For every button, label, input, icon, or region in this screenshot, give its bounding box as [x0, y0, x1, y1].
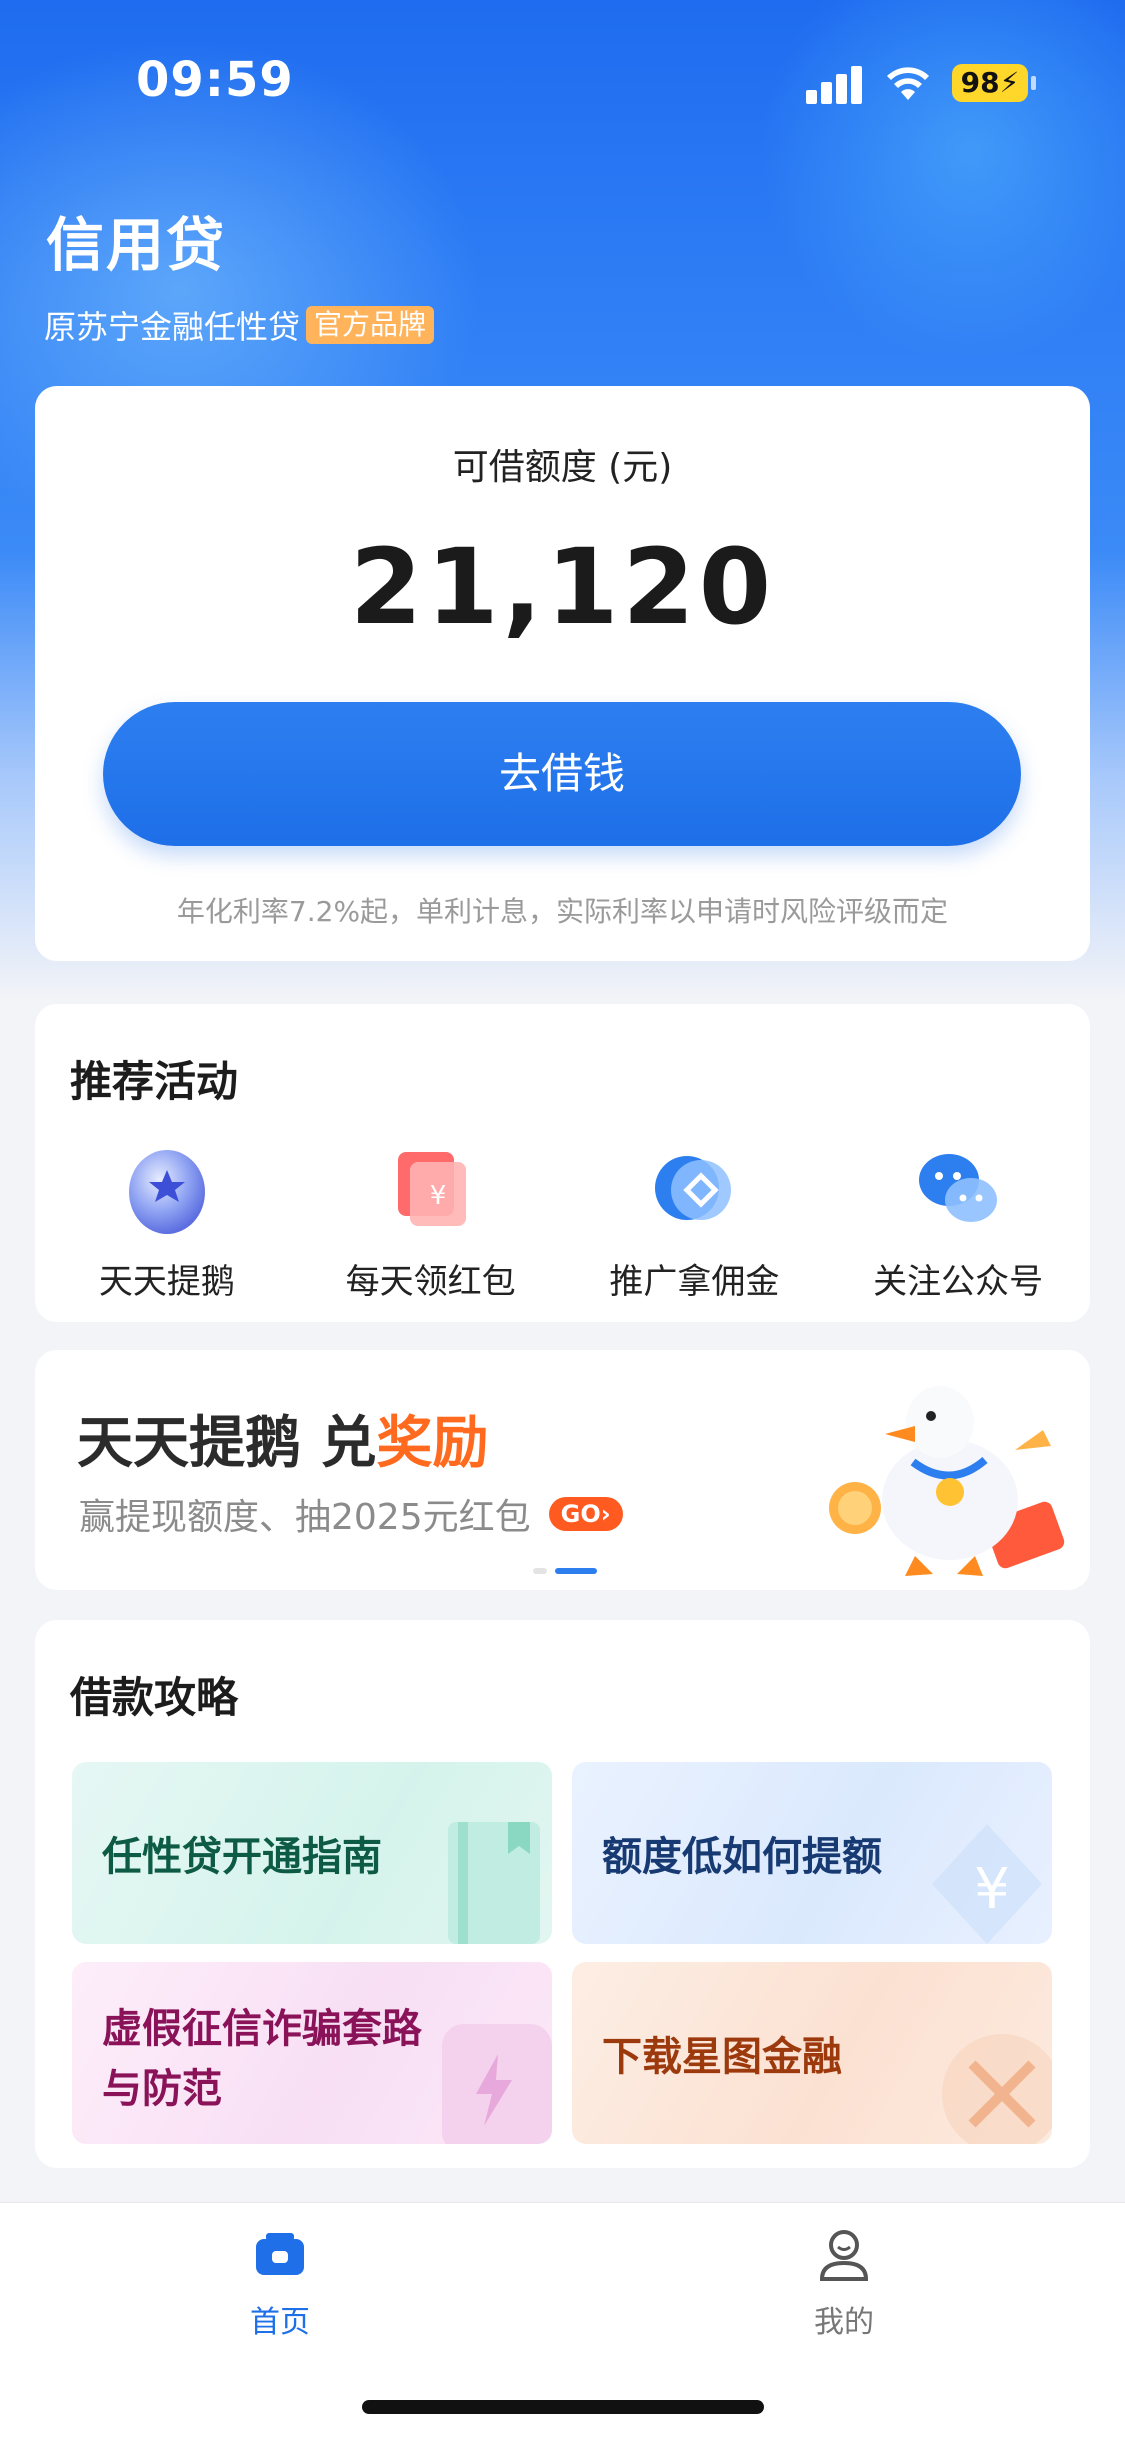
- guide-tile-open-guide[interactable]: 任性贷开通指南: [72, 1762, 552, 1944]
- red-envelope-icon: ¥: [386, 1144, 476, 1234]
- guide-tile-download-app[interactable]: 下载星图金融: [572, 1962, 1052, 2144]
- section-title: 推荐活动: [70, 1057, 239, 1106]
- status-time: 09:59: [136, 52, 294, 108]
- brand-subtitle-row: 原苏宁金融任性贷 官方品牌: [44, 302, 435, 348]
- activity-grid: 天天提鹅 ¥ 每天领红包 推广拿佣金 关注公众号: [35, 1144, 1090, 1303]
- activity-label: 推广拿佣金: [609, 1262, 780, 1302]
- recommended-activities-card: 推荐活动 天天提鹅 ¥ 每天领红包 推广拿佣金 关注公众号: [35, 1004, 1090, 1322]
- brand-subtitle: 原苏宁金融任性贷: [44, 308, 301, 346]
- credit-limit-card: 可借额度 (元) 21,120 去借钱 年化利率7.2%起，单利计息，实际利率以…: [35, 386, 1090, 961]
- credit-limit-amount: 21,120: [349, 526, 776, 648]
- svg-text:¥: ¥: [974, 1857, 1010, 1922]
- app-screen: 09:59 98⚡ 信用贷 原苏宁金融任性贷 官方品牌 可借额度 (元) 21,…: [0, 0, 1125, 2439]
- battery-level: 98: [960, 66, 1000, 99]
- tab-label: 我的: [814, 2305, 874, 2340]
- brand-title: 信用贷: [46, 211, 227, 279]
- yuan-diamond-icon: ¥: [932, 1824, 1042, 1944]
- activity-label: 关注公众号: [873, 1262, 1044, 1302]
- carousel-dot: [533, 1568, 547, 1574]
- star-chart-logo-icon: [942, 2034, 1052, 2144]
- official-badge: 官方品牌: [306, 306, 435, 344]
- activity-label: 每天领红包: [345, 1262, 516, 1302]
- banner-title-accent: 奖励: [376, 1411, 489, 1476]
- tab-label: 首页: [250, 2305, 310, 2340]
- carousel-indicator: [533, 1568, 597, 1574]
- promote-coin-icon: [649, 1144, 739, 1234]
- guide-label: 下载星图金融: [602, 2034, 842, 2080]
- go-button[interactable]: GO›: [548, 1497, 623, 1531]
- activity-item-promote-commission[interactable]: 推广拿佣金: [563, 1144, 827, 1303]
- wifi-icon: [887, 67, 929, 100]
- banner-subtitle-row: 赢提现额度、抽2025元红包 GO›: [79, 1488, 623, 1540]
- signal-icon: [806, 66, 864, 104]
- guide-label: 任性贷开通指南: [102, 1834, 382, 1880]
- book-icon: [448, 1822, 540, 1944]
- credit-limit-label: 可借额度 (元): [452, 447, 673, 488]
- borrowing-guide-card: 借款攻略 任性贷开通指南 额度低如何提额 ¥ 虚假征信诈骗套路 与防范 下载星图…: [35, 1620, 1090, 2168]
- tab-home[interactable]: 首页: [180, 2225, 380, 2341]
- activity-item-follow-official[interactable]: 关注公众号: [826, 1144, 1090, 1303]
- egg-icon: [122, 1144, 212, 1234]
- battery-indicator: 98⚡: [952, 64, 1036, 102]
- activity-item-daily-goose[interactable]: 天天提鹅: [35, 1144, 299, 1303]
- borrow-button[interactable]: 去借钱: [103, 702, 1021, 846]
- guide-label: 额度低如何提额: [602, 1834, 882, 1880]
- banner-title: 天天提鹅 兑奖励: [77, 1398, 489, 1479]
- lightning-icon: [442, 2024, 552, 2144]
- activity-label: 天天提鹅: [98, 1262, 235, 1302]
- svg-text:¥: ¥: [429, 1181, 446, 1211]
- guide-label-line2: 与防范: [102, 2066, 222, 2112]
- carousel-dot-active: [555, 1568, 597, 1574]
- interest-rate-note: 年化利率7.2%起，单利计息，实际利率以申请时风险评级而定: [176, 895, 949, 928]
- person-icon: [819, 2230, 869, 2281]
- guide-label-line1: 虚假征信诈骗套路: [102, 2006, 422, 2052]
- status-bar: 09:59 98⚡: [0, 0, 1125, 160]
- daily-goose-banner[interactable]: 天天提鹅 兑奖励 赢提现额度、抽2025元红包 GO›: [35, 1350, 1090, 1590]
- wallet-icon: [256, 2233, 304, 2275]
- charging-icon: ⚡: [999, 66, 1020, 99]
- activity-item-red-envelope[interactable]: ¥ 每天领红包: [299, 1144, 563, 1303]
- goose-mascot-icon: [829, 1386, 1065, 1576]
- banner-subtitle: 赢提现额度、抽2025元红包: [79, 1497, 531, 1538]
- banner-title-main: 天天提鹅 兑: [77, 1411, 377, 1476]
- tab-mine[interactable]: 我的: [744, 2225, 944, 2341]
- home-indicator: [362, 2400, 764, 2414]
- guide-tile-fraud-prevention[interactable]: 虚假征信诈骗套路 与防范: [72, 1962, 552, 2144]
- section-title: 借款攻略: [70, 1673, 239, 1722]
- guide-tile-raise-limit[interactable]: 额度低如何提额 ¥: [572, 1762, 1052, 1944]
- wechat-icon: [913, 1144, 1003, 1234]
